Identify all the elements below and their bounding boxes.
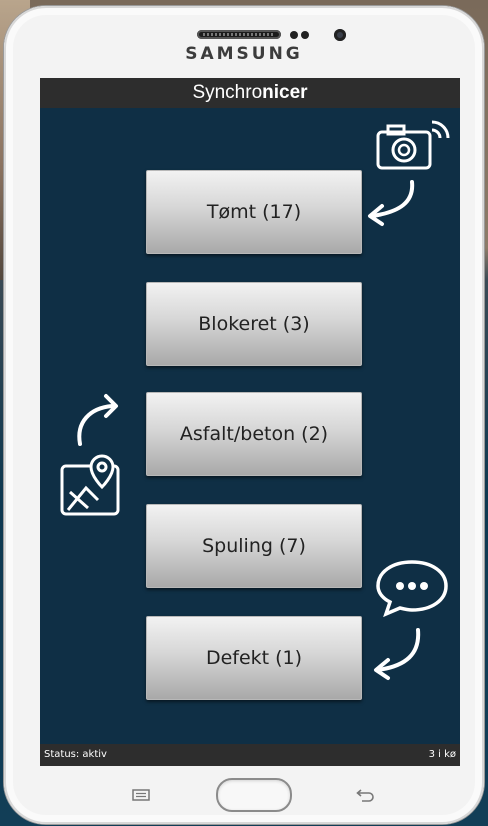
- home-button[interactable]: [216, 778, 292, 812]
- status-bar: Status: aktiv 3 i kø: [40, 744, 460, 766]
- front-camera-icon: [334, 29, 346, 41]
- status-text: Status: aktiv: [44, 749, 107, 760]
- app-screen: Synchronicer Tømt (17) Blokeret (3) Asfa…: [40, 78, 460, 766]
- map-pin-icon: [60, 454, 120, 516]
- earpiece-speaker: [197, 30, 281, 39]
- back-icon[interactable]: [354, 788, 376, 804]
- camera-icon: [376, 120, 450, 170]
- app-title-prefix: Synchro: [192, 82, 263, 103]
- queue-count: 3 i kø: [428, 749, 456, 760]
- menu-icon[interactable]: [132, 789, 150, 801]
- curved-arrow-icon: [368, 180, 415, 226]
- chat-bubble-icon: [376, 560, 448, 618]
- app-title: Synchronicer: [40, 78, 460, 108]
- proximity-sensor: [290, 31, 298, 39]
- btn-tomt[interactable]: Tømt (17): [146, 170, 362, 254]
- btn-blokeret[interactable]: Blokeret (3): [146, 282, 362, 366]
- curved-arrow-icon: [77, 394, 118, 446]
- btn-defekt[interactable]: Defekt (1): [146, 616, 362, 700]
- btn-asfalt-beton[interactable]: Asfalt/beton (2): [146, 392, 362, 476]
- btn-spuling[interactable]: Spuling (7): [146, 504, 362, 588]
- light-sensor: [301, 31, 309, 39]
- device-brand: SAMSUNG: [185, 44, 303, 64]
- curved-arrow-icon: [374, 628, 421, 680]
- app-title-bold: nicer: [262, 82, 308, 103]
